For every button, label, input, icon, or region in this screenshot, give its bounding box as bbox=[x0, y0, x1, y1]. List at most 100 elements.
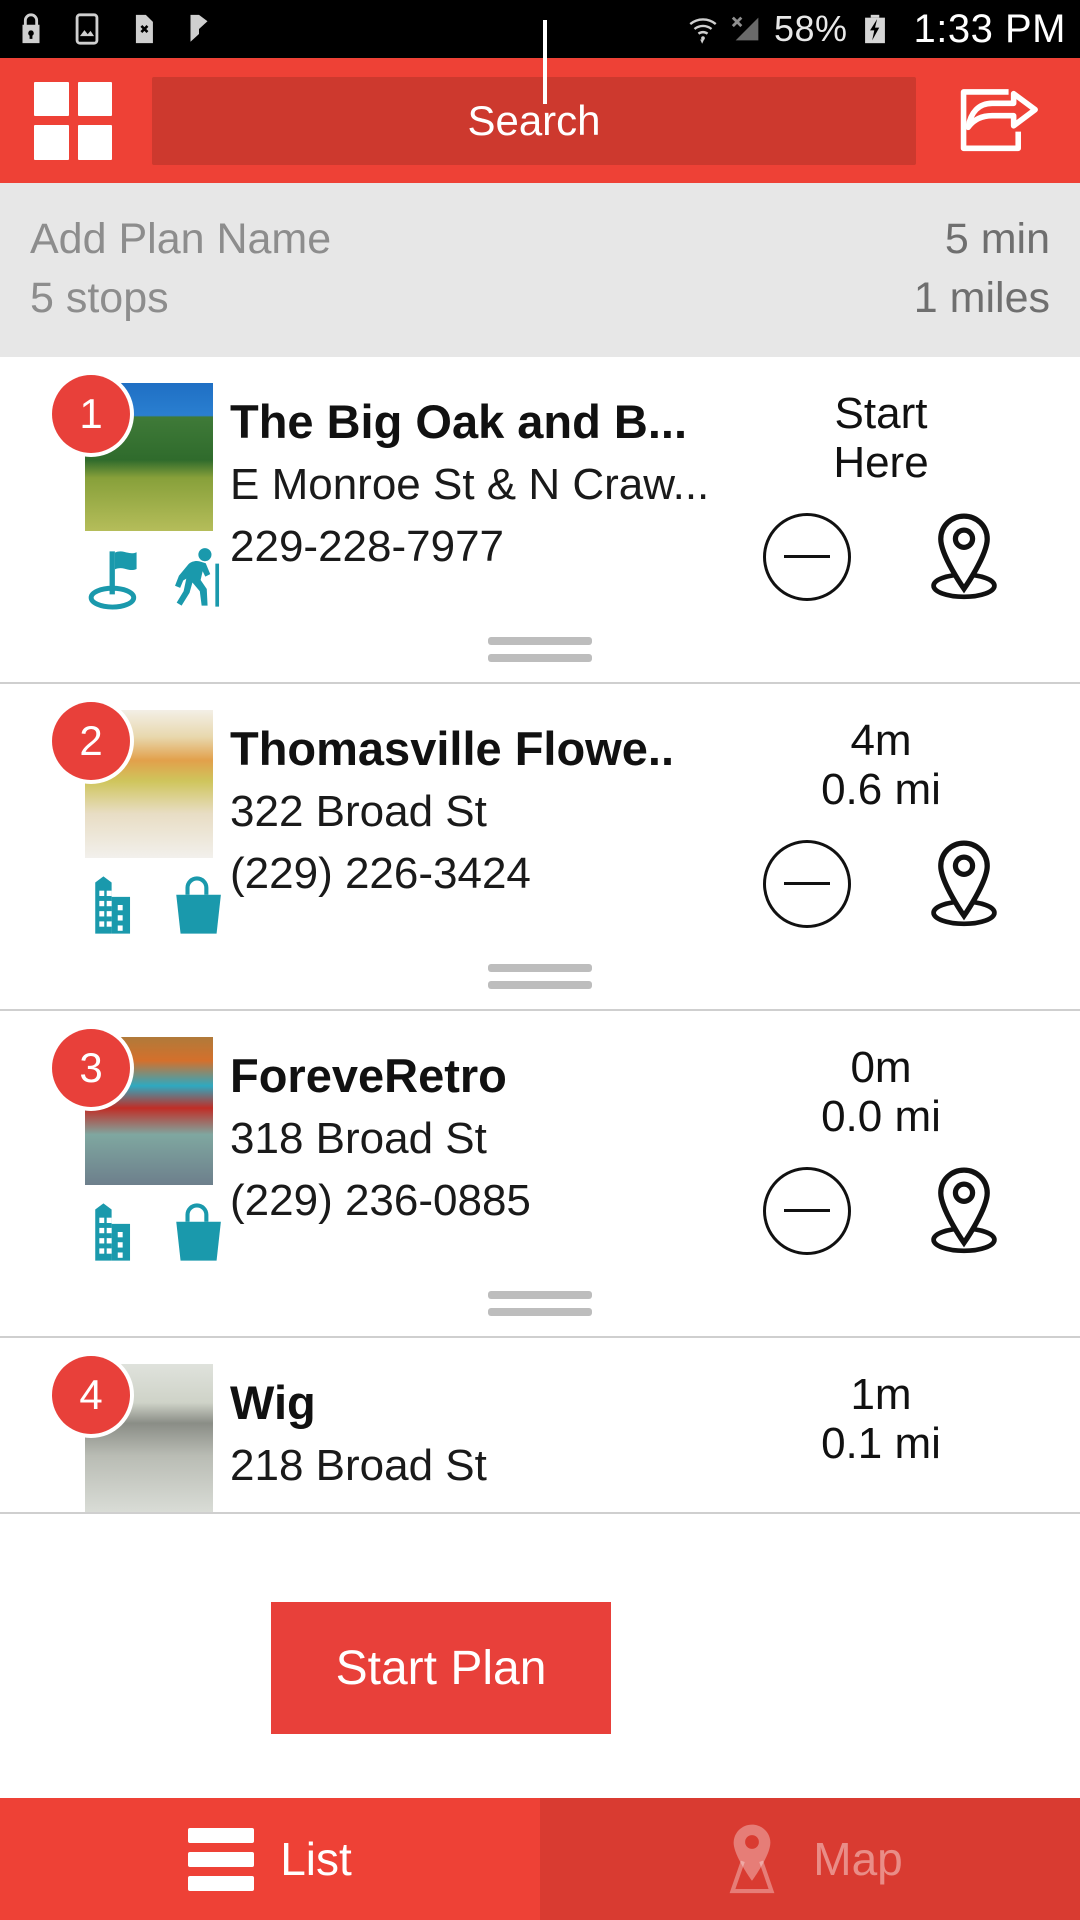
shopping-bag-icon bbox=[175, 876, 221, 934]
stop-phone[interactable]: (229) 226-3424 bbox=[230, 845, 720, 902]
stop-meta-line2: 0.6 mi bbox=[821, 765, 941, 815]
grid-cell bbox=[34, 81, 69, 116]
stop-actions bbox=[720, 1164, 1050, 1258]
clock-time: 1:33 PM bbox=[913, 6, 1066, 51]
status-bar-right-icons: 58% 1:33 PM bbox=[686, 7, 1066, 52]
remove-stop-button[interactable] bbox=[763, 839, 851, 928]
building-icon bbox=[95, 876, 131, 934]
stop-meta-line1: 4m bbox=[850, 716, 912, 765]
lock-icon bbox=[22, 13, 40, 44]
stop-phone[interactable]: (229) 236-0885 bbox=[230, 1172, 720, 1229]
stop-body: 4 Wig 218 Broad St 1m 0.1 mi bbox=[0, 1356, 1080, 1512]
drag-bar bbox=[488, 654, 592, 662]
map-pin-icon[interactable] bbox=[921, 510, 1007, 604]
stop-body: 1 The Big Oak and B... E Monroe St & N C… bbox=[0, 375, 1080, 615]
list-item[interactable]: 1 The Big Oak and B... E Monroe St & N C… bbox=[0, 357, 1080, 684]
stop-title: Thomasville Flowe.. bbox=[230, 722, 674, 775]
stop-address: E Monroe St & N Craw... bbox=[230, 460, 710, 510]
list-item[interactable]: 4 Wig 218 Broad St 1m 0.1 mi bbox=[0, 1338, 1080, 1514]
stop-info-column: The Big Oak and B... E Monroe St & N Cra… bbox=[230, 383, 720, 615]
bottom-navigation: List Map bbox=[0, 1798, 1080, 1920]
golf-flag-icon bbox=[88, 551, 137, 610]
map-pin-icon[interactable] bbox=[921, 1164, 1007, 1258]
wifi-icon bbox=[689, 18, 717, 44]
remove-stop-button[interactable] bbox=[763, 512, 851, 601]
stop-number-badge: 1 bbox=[52, 375, 130, 453]
stop-meta-line1: Start bbox=[834, 389, 928, 438]
category-icons bbox=[85, 1195, 230, 1269]
drag-handle[interactable] bbox=[0, 942, 1080, 1009]
hiking-icon bbox=[174, 548, 219, 607]
drag-bar bbox=[488, 1291, 592, 1299]
search-button[interactable]: Search bbox=[152, 76, 916, 165]
stop-meta-column: 1m 0.1 mi bbox=[720, 1364, 1050, 1512]
minus-circle-icon bbox=[784, 882, 830, 886]
stop-meta-line2: 0.0 mi bbox=[821, 1092, 941, 1142]
stop-meta-column: 4m 0.6 mi bbox=[720, 710, 1050, 942]
stop-number-badge: 2 bbox=[52, 702, 130, 780]
plan-distance: 1 miles bbox=[913, 274, 1050, 322]
tab-map[interactable]: Map bbox=[540, 1798, 1080, 1920]
bottom-nav-divider bbox=[543, 20, 547, 104]
stop-address: 218 Broad St bbox=[230, 1441, 487, 1491]
share-icon bbox=[960, 88, 1038, 151]
drag-bar bbox=[488, 964, 592, 972]
stop-meta-text: 0m 0.0 mi bbox=[720, 1043, 1050, 1142]
stop-phone[interactable]: 229-228-7977 bbox=[230, 518, 720, 575]
drag-bar bbox=[488, 1308, 592, 1316]
list-bar bbox=[188, 1827, 255, 1843]
stop-body: 2 Thomasville Flowe.. 322 Broad St (229)… bbox=[0, 702, 1080, 942]
app-header: Search bbox=[0, 58, 1080, 183]
plan-name-input[interactable]: Add Plan Name bbox=[30, 215, 331, 264]
stop-address: 322 Broad St bbox=[230, 787, 487, 837]
checkmark-flag-icon bbox=[190, 14, 208, 42]
start-plan-button[interactable]: Start Plan bbox=[271, 1602, 611, 1734]
stop-title: The Big Oak and B... bbox=[230, 395, 688, 448]
tab-list-label: List bbox=[280, 1833, 352, 1885]
stop-meta-text: 4m 0.6 mi bbox=[720, 716, 1050, 815]
stop-body: 3 ForeveRetro 318 Broad St (229) 236-088… bbox=[0, 1029, 1080, 1269]
category-icons bbox=[85, 868, 230, 942]
app-root: 58% 1:33 PM Search Add Plan Name 5 min 5… bbox=[0, 0, 1080, 1920]
category-icons bbox=[85, 541, 230, 615]
grid-menu-icon[interactable] bbox=[34, 81, 112, 160]
battery-charging-icon bbox=[864, 14, 885, 44]
stop-meta-line2: 0.1 mi bbox=[821, 1419, 941, 1469]
battery-percent: 58% bbox=[773, 8, 848, 49]
image-icon bbox=[75, 13, 99, 45]
plan-summary[interactable]: Add Plan Name 5 min 5 stops 1 miles bbox=[0, 183, 1080, 357]
stop-thumbnail-column: 3 bbox=[30, 1029, 230, 1269]
plan-summary-row-top: Add Plan Name 5 min bbox=[30, 215, 1050, 264]
drag-bar bbox=[488, 981, 592, 989]
stop-info-column: Wig 218 Broad St bbox=[230, 1364, 720, 1512]
stop-number-badge: 4 bbox=[52, 1356, 130, 1434]
drag-handle[interactable] bbox=[0, 615, 1080, 682]
sim-card-x-icon bbox=[135, 14, 153, 44]
remove-stop-button[interactable] bbox=[763, 1166, 851, 1255]
status-bar-left-icons bbox=[14, 10, 216, 48]
stop-title: Wig bbox=[230, 1376, 316, 1429]
stop-actions bbox=[720, 510, 1050, 604]
share-button[interactable] bbox=[956, 85, 1046, 157]
stop-address: 318 Broad St bbox=[230, 1114, 487, 1164]
stop-actions bbox=[720, 837, 1050, 931]
building-icon bbox=[95, 1203, 131, 1261]
list-icon bbox=[188, 1827, 255, 1891]
minus-circle-icon bbox=[784, 555, 830, 559]
search-label: Search bbox=[467, 96, 601, 144]
shopping-bag-icon bbox=[175, 1203, 221, 1261]
list-bar bbox=[188, 1875, 255, 1891]
no-signal-icon bbox=[731, 16, 759, 41]
list-item[interactable]: 2 Thomasville Flowe.. 322 Broad St (229)… bbox=[0, 684, 1080, 1011]
drag-handle[interactable] bbox=[0, 1269, 1080, 1336]
list-item[interactable]: 3 ForeveRetro 318 Broad St (229) 236-088… bbox=[0, 1011, 1080, 1338]
tab-list[interactable]: List bbox=[0, 1798, 540, 1920]
status-bar: 58% 1:33 PM bbox=[0, 0, 1080, 58]
plan-duration: 5 min bbox=[944, 215, 1050, 263]
map-pin-icon[interactable] bbox=[921, 837, 1007, 931]
stop-meta-text: Start Here bbox=[720, 389, 1050, 488]
stop-meta-line1: 1m bbox=[850, 1370, 912, 1419]
stop-thumbnail-column: 2 bbox=[30, 702, 230, 942]
stop-number-badge: 3 bbox=[52, 1029, 130, 1107]
stop-info-column: ForeveRetro 318 Broad St (229) 236-0885 bbox=[230, 1037, 720, 1269]
